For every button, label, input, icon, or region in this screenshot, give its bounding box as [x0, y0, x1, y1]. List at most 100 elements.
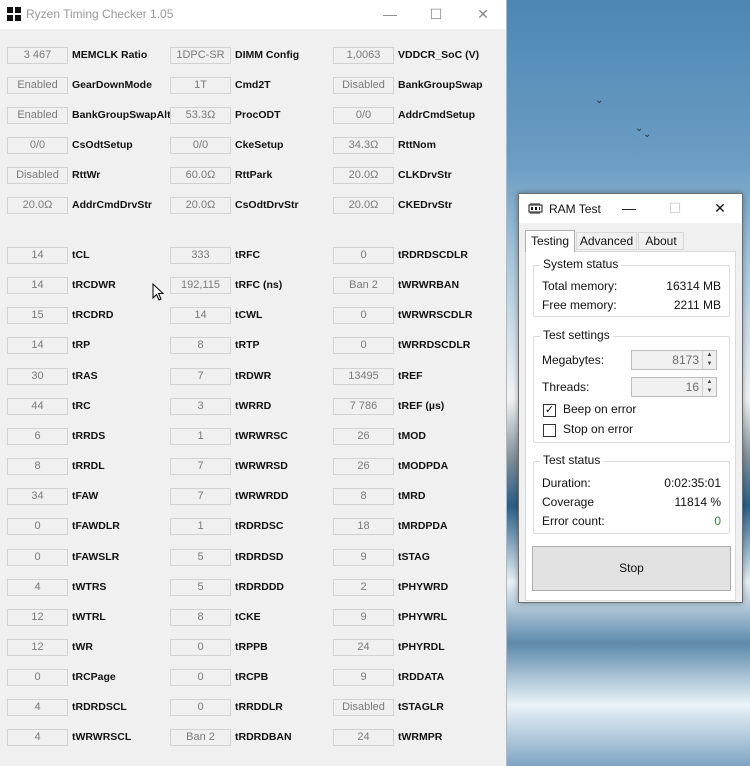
timing-value-field[interactable]: Disabled — [333, 77, 394, 94]
timing-value-field[interactable]: 0 — [333, 337, 394, 354]
timing-value-field[interactable]: 1T — [170, 77, 231, 94]
timing-label: tRDWR — [235, 370, 272, 382]
timing-value-field[interactable]: 20.0Ω — [170, 197, 231, 214]
timing-value-field[interactable]: 26 — [333, 458, 394, 475]
spin-up-icon[interactable]: ▲ — [702, 351, 716, 360]
timing-value-field[interactable]: 14 — [170, 307, 231, 324]
timing-value-field[interactable]: 8 — [333, 488, 394, 505]
timing-value-field[interactable]: 2 — [333, 579, 394, 596]
tab-advanced[interactable]: Advanced — [576, 232, 637, 250]
timing-value-field[interactable]: 0 — [333, 307, 394, 324]
timing-value-field[interactable]: 3 — [170, 398, 231, 415]
timing-label: RttPark — [235, 169, 273, 181]
timing-value-field[interactable]: 0 — [333, 247, 394, 264]
timing-value-field[interactable]: 14 — [7, 277, 68, 294]
timing-value-field[interactable]: 1 — [170, 518, 231, 535]
timing-value-field[interactable]: 192,115 — [170, 277, 231, 294]
timing-value-field[interactable]: 20.0Ω — [7, 197, 68, 214]
rtc-titlebar[interactable]: Ryzen Timing Checker 1.05 — ☐ ✕ — [0, 0, 506, 29]
ramtest-titlebar[interactable]: RAM Test — ☐ ✕ — [519, 194, 742, 223]
timing-value-field[interactable]: Disabled — [7, 167, 68, 184]
timing-value-field[interactable]: 4 — [7, 699, 68, 716]
timing-value-field[interactable]: 7 — [170, 458, 231, 475]
timing-value-field[interactable]: 12 — [7, 609, 68, 626]
timing-value-field[interactable]: 53.3Ω — [170, 107, 231, 124]
timing-value-field[interactable]: 0/0 — [333, 107, 394, 124]
timing-value-field[interactable]: 6 — [7, 428, 68, 445]
timing-value-field[interactable]: 34 — [7, 488, 68, 505]
timing-value-field[interactable]: 8 — [170, 609, 231, 626]
timing-label: tMOD — [398, 430, 426, 442]
timing-value-field[interactable]: 14 — [7, 337, 68, 354]
timing-label: GearDownMode — [72, 79, 152, 91]
timing-value-field[interactable]: Enabled — [7, 77, 68, 94]
close-button[interactable]: ✕ — [697, 194, 743, 223]
timing-value-field[interactable]: 7 — [170, 488, 231, 505]
timing-value-field[interactable]: 3 467 — [7, 47, 68, 64]
timing-value-field[interactable]: 8 — [7, 458, 68, 475]
timing-value-field[interactable]: 333 — [170, 247, 231, 264]
spin-down-icon[interactable]: ▼ — [702, 387, 716, 396]
timing-value-field[interactable]: 0 — [170, 669, 231, 686]
timing-value-field[interactable]: 30 — [7, 368, 68, 385]
stop-on-error-checkbox[interactable] — [543, 424, 556, 437]
timing-value-field[interactable]: 20.0Ω — [333, 197, 394, 214]
timing-value-field[interactable]: 9 — [333, 669, 394, 686]
timing-value-field[interactable]: Enabled — [7, 107, 68, 124]
timing-value-field[interactable]: 12 — [7, 639, 68, 656]
timing-value-field[interactable]: 7 786 — [333, 398, 394, 415]
spin-up-icon[interactable]: ▲ — [702, 378, 716, 387]
timing-value-field[interactable]: 20.0Ω — [333, 167, 394, 184]
timing-value-field[interactable]: 26 — [333, 428, 394, 445]
close-button[interactable]: ✕ — [460, 0, 506, 29]
stop-on-error-label[interactable]: Stop on error — [563, 422, 633, 436]
timing-value-field[interactable]: Ban 2 — [170, 729, 231, 746]
timing-value-field[interactable]: 1,0063 — [333, 47, 394, 64]
spin-down-icon[interactable]: ▼ — [702, 360, 716, 369]
stop-button[interactable]: Stop — [532, 546, 731, 591]
timing-value-field[interactable]: 0 — [7, 518, 68, 535]
timing-label: CsOdtSetup — [72, 139, 133, 151]
minimize-button[interactable]: — — [606, 194, 652, 223]
timing-value-field[interactable]: 34.3Ω — [333, 137, 394, 154]
timing-value-field[interactable]: 9 — [333, 609, 394, 626]
timing-value-field[interactable]: 5 — [170, 579, 231, 596]
timing-label: CkeSetup — [235, 139, 284, 151]
timing-value-field[interactable]: 4 — [7, 579, 68, 596]
timing-value-field[interactable]: Disabled — [333, 699, 394, 716]
threads-stepper[interactable]: 16 ▲ ▼ — [631, 377, 717, 397]
beep-label[interactable]: Beep on error — [563, 402, 636, 416]
timing-label: tRDRDSCDLR — [398, 249, 468, 261]
timing-value-field[interactable]: 1DPC-SR — [170, 47, 231, 64]
megabytes-stepper[interactable]: 8173 ▲ ▼ — [631, 350, 717, 370]
timing-value-field[interactable]: 13495 — [333, 368, 394, 385]
timing-value-field[interactable]: 5 — [170, 549, 231, 566]
timing-value-field[interactable]: 24 — [333, 639, 394, 656]
timing-value-field[interactable]: 1 — [170, 428, 231, 445]
timing-value-field[interactable]: 0 — [7, 669, 68, 686]
timing-value-field[interactable]: 18 — [333, 518, 394, 535]
timing-value-field[interactable]: 0 — [7, 549, 68, 566]
timing-value-field[interactable]: 0 — [170, 639, 231, 656]
timing-value-field[interactable]: Ban 2 — [333, 277, 394, 294]
beep-checkbox[interactable]: ✓ — [543, 404, 556, 417]
timing-value-field[interactable]: 0/0 — [7, 137, 68, 154]
tab-testing[interactable]: Testing — [525, 230, 575, 252]
maximize-button[interactable]: ☐ — [413, 0, 459, 29]
timing-value-field[interactable]: 44 — [7, 398, 68, 415]
timing-value-field[interactable]: 9 — [333, 549, 394, 566]
timing-value-field[interactable]: 7 — [170, 368, 231, 385]
timing-value-field[interactable]: 60.0Ω — [170, 167, 231, 184]
timing-label: tRAS — [72, 370, 98, 382]
timing-value-field[interactable]: 14 — [7, 247, 68, 264]
timing-value-field[interactable]: 0 — [170, 699, 231, 716]
timing-value-field[interactable]: 15 — [7, 307, 68, 324]
timing-value-field[interactable]: 4 — [7, 729, 68, 746]
timing-value-field[interactable]: 24 — [333, 729, 394, 746]
timing-value-field[interactable]: 8 — [170, 337, 231, 354]
timing-value-field[interactable]: 0/0 — [170, 137, 231, 154]
maximize-button[interactable]: ☐ — [652, 194, 698, 223]
minimize-button[interactable]: — — [367, 0, 413, 29]
timing-label: tWTRL — [72, 611, 106, 623]
tab-about[interactable]: About — [638, 232, 684, 250]
